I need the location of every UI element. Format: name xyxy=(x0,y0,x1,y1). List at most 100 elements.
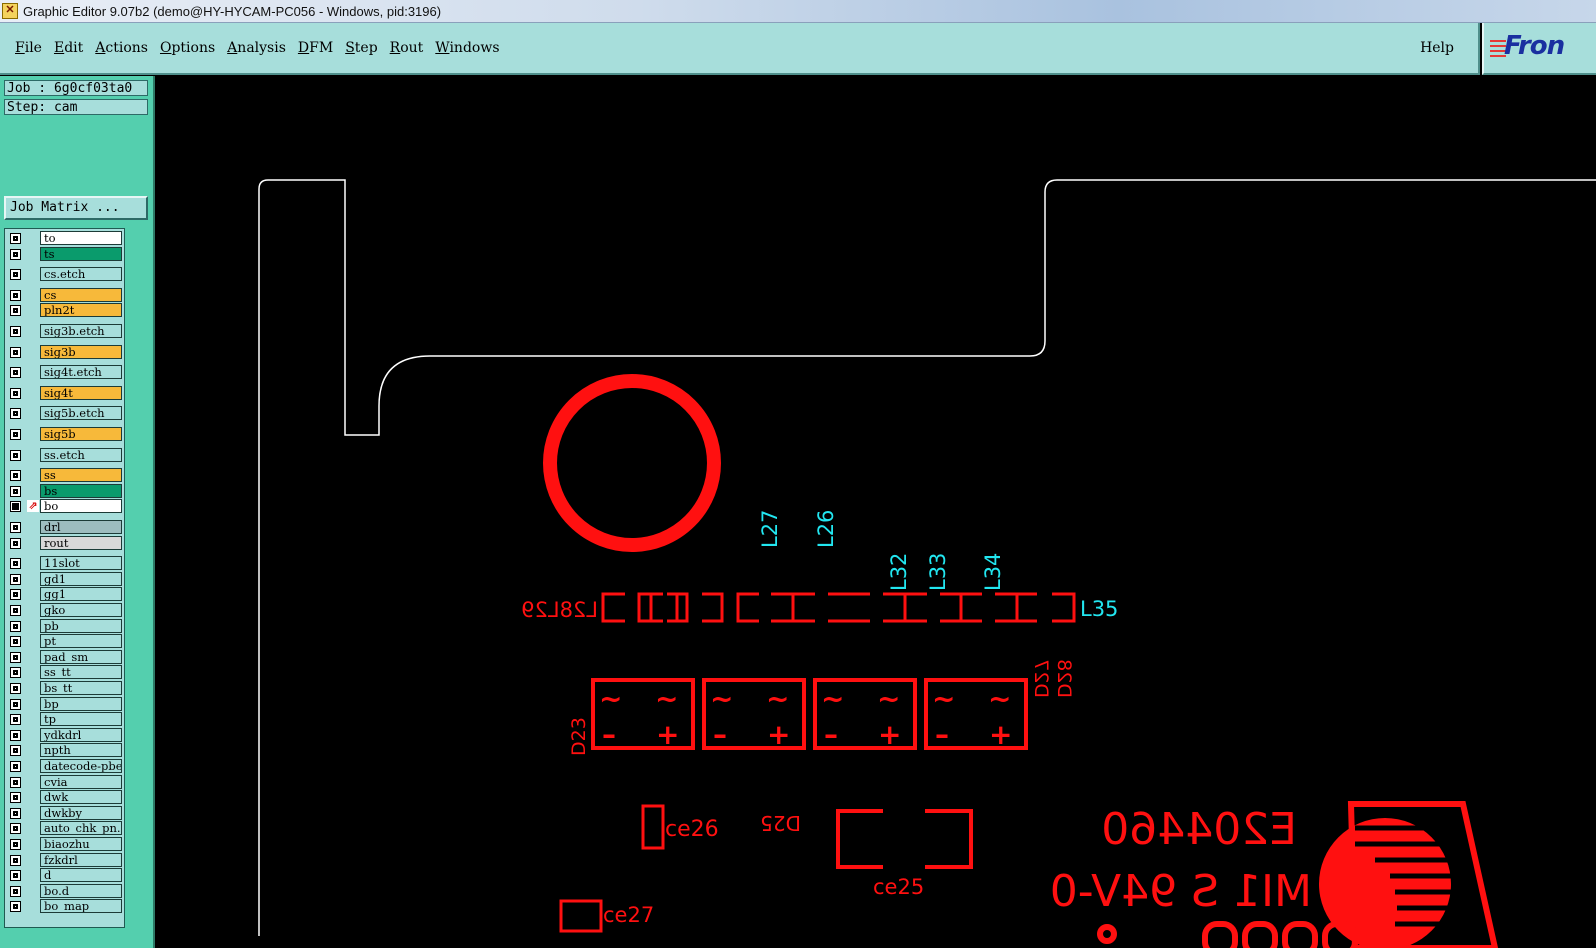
layer-row-sig3b[interactable]: sig3b xyxy=(7,344,123,360)
layer-row-biaozhu[interactable]: biaozhu xyxy=(7,837,123,852)
layer-checkbox[interactable] xyxy=(10,729,21,741)
layer-name[interactable]: bp xyxy=(40,696,122,711)
layer-name[interactable]: pt xyxy=(40,634,122,649)
layer-name[interactable]: sig5b.etch xyxy=(40,406,122,421)
layer-row-11slot[interactable]: 11slot xyxy=(7,556,123,571)
layer-checkbox[interactable] xyxy=(10,807,21,819)
layer-checkbox[interactable] xyxy=(10,269,21,281)
layer-name[interactable]: ts xyxy=(40,246,122,261)
layer-checkbox[interactable] xyxy=(10,408,21,420)
layer-row-sig3b-etch[interactable]: sig3b.etch xyxy=(7,324,123,339)
layer-row-pb[interactable]: pb xyxy=(7,618,123,634)
layer-name[interactable]: bo xyxy=(40,499,122,514)
layer-checkbox[interactable] xyxy=(10,346,21,358)
layer-row-npth[interactable]: npth xyxy=(7,743,123,758)
layer-checkbox[interactable] xyxy=(10,289,21,301)
layer-name[interactable]: to xyxy=(40,231,122,245)
layer-name[interactable]: ss_tt xyxy=(40,665,122,680)
layer-name[interactable]: bo.d xyxy=(40,883,122,898)
layer-row-gko[interactable]: gko xyxy=(7,603,123,618)
layer-checkbox[interactable] xyxy=(10,636,21,648)
layer-row-auto-chk-pn-[interactable]: auto_chk_pn. xyxy=(7,821,123,836)
layer-row-pt[interactable]: pt xyxy=(7,634,123,649)
menu-file[interactable]: File xyxy=(15,40,42,56)
layer-row-rout[interactable]: rout xyxy=(7,535,123,551)
layer-name[interactable]: ydkdrl xyxy=(40,727,122,742)
layer-name[interactable]: sig4t xyxy=(40,385,122,400)
layer-row-sig5b-etch[interactable]: sig5b.etch xyxy=(7,406,123,421)
layer-checkbox[interactable] xyxy=(10,651,21,663)
layer-checkbox[interactable] xyxy=(10,776,21,788)
layer-name[interactable]: gd1 xyxy=(40,571,122,586)
layer-name[interactable]: cs xyxy=(40,287,122,302)
layer-checkbox[interactable] xyxy=(10,854,21,866)
window-titlebar[interactable]: ✕ Graphic Editor 9.07b2 (demo@HY-HYCAM-P… xyxy=(0,0,1596,23)
layer-name[interactable]: sig4t.etch xyxy=(40,365,122,380)
layer-name[interactable]: bs_tt xyxy=(40,681,122,695)
layer-row-datecode-pbe[interactable]: datecode-pbe xyxy=(7,759,123,774)
graphic-canvas[interactable]: L27 L26 L32 L33 L34 L35 L28L29 ~ ~ – + ~… xyxy=(155,76,1596,948)
layer-checkbox[interactable] xyxy=(10,305,21,317)
layer-checkbox[interactable] xyxy=(10,537,21,549)
layer-name[interactable]: d xyxy=(40,868,122,883)
layer-name[interactable]: pb xyxy=(40,618,122,633)
layer-checkbox[interactable] xyxy=(10,698,21,710)
layer-name[interactable]: dwk xyxy=(40,790,122,805)
layer-checkbox[interactable] xyxy=(10,839,21,850)
layer-row-bp[interactable]: bp xyxy=(7,696,123,712)
layer-name[interactable]: pad_sm xyxy=(40,649,122,664)
layer-checkbox[interactable] xyxy=(10,683,21,694)
layer-row-drl[interactable]: drl xyxy=(7,520,123,535)
layer-checkbox[interactable] xyxy=(10,870,21,882)
layer-row-ydkdrl[interactable]: ydkdrl xyxy=(7,727,123,743)
layer-row-to[interactable]: to xyxy=(7,231,123,246)
layer-name[interactable]: rout xyxy=(40,535,122,550)
layer-name[interactable]: fzkdrl xyxy=(40,852,122,867)
layer-name[interactable]: datecode-pbe xyxy=(40,759,122,773)
layer-checkbox[interactable] xyxy=(10,501,21,513)
layer-name[interactable]: biaozhu xyxy=(40,837,122,851)
layer-row-bo-map[interactable]: bo_map xyxy=(7,899,123,914)
job-matrix-button[interactable]: Job Matrix ... xyxy=(4,196,148,220)
layer-checkbox[interactable] xyxy=(10,589,21,601)
layer-name[interactable]: cs.etch xyxy=(40,267,122,282)
layer-name[interactable]: tp xyxy=(40,712,122,727)
layer-row-sig4t-etch[interactable]: sig4t.etch xyxy=(7,365,123,380)
layer-name[interactable]: sig5b xyxy=(40,427,122,441)
menu-options[interactable]: Options xyxy=(160,40,215,56)
layer-checkbox[interactable] xyxy=(10,429,21,440)
layer-checkbox[interactable] xyxy=(10,901,21,913)
layer-row-pad-sm[interactable]: pad_sm xyxy=(7,649,123,665)
layer-row-sig5b[interactable]: sig5b xyxy=(7,427,123,442)
layer-checkbox[interactable] xyxy=(10,233,21,244)
layer-checkbox[interactable] xyxy=(10,449,21,461)
layer-name[interactable]: dwkby xyxy=(40,805,122,820)
layer-checkbox[interactable] xyxy=(10,745,21,757)
layer-name[interactable]: cvia xyxy=(40,774,122,789)
layer-name[interactable]: bs xyxy=(40,483,122,498)
layer-row-bs[interactable]: bs xyxy=(7,483,123,499)
layer-row-cs-etch[interactable]: cs.etch xyxy=(7,267,123,282)
layer-checkbox[interactable] xyxy=(10,792,21,804)
layer-name[interactable]: auto_chk_pn. xyxy=(40,821,122,836)
layer-checkbox[interactable] xyxy=(10,522,21,533)
layer-checkbox[interactable] xyxy=(10,714,21,726)
layer-row-gd1[interactable]: gd1 xyxy=(7,571,123,587)
layer-checkbox[interactable] xyxy=(10,620,21,632)
layer-name[interactable]: ss xyxy=(40,468,122,483)
layer-checkbox[interactable] xyxy=(10,885,21,897)
layer-row-pln2t[interactable]: pln2t xyxy=(7,303,123,318)
layer-checkbox[interactable] xyxy=(10,326,21,337)
layer-row-bs-tt[interactable]: bs_tt xyxy=(7,681,123,696)
layer-row-sig4t[interactable]: sig4t xyxy=(7,385,123,401)
menu-windows[interactable]: Windows xyxy=(435,40,499,56)
layer-row-ss[interactable]: ss xyxy=(7,468,123,483)
layer-row-dwk[interactable]: dwk xyxy=(7,790,123,805)
layer-checkbox[interactable] xyxy=(10,667,21,679)
layer-name[interactable]: sig3b xyxy=(40,344,122,359)
layer-checkbox[interactable] xyxy=(10,823,21,835)
layer-name[interactable]: ss.etch xyxy=(40,447,122,462)
layer-checkbox[interactable] xyxy=(10,367,21,379)
layer-row-ss-etch[interactable]: ss.etch xyxy=(7,447,123,463)
layer-checkbox[interactable] xyxy=(10,761,21,772)
